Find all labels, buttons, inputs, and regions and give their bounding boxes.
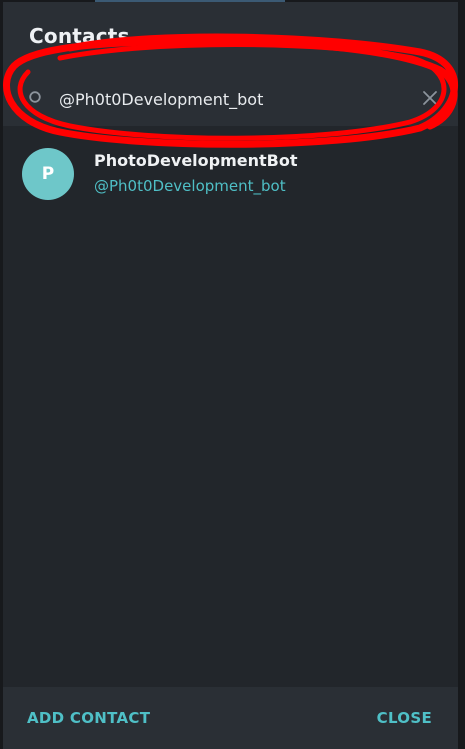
search-icon [29,91,41,103]
dialog-title: Contacts [29,24,130,48]
close-icon[interactable] [422,90,438,106]
close-button[interactable]: CLOSE [377,709,432,727]
search-input[interactable] [55,86,413,112]
contact-name: PhotoDevelopmentBot [94,151,298,170]
list-item[interactable]: P PhotoDevelopmentBot @Ph0t0Development_… [3,138,458,210]
contact-username: @Ph0t0Development_bot [94,177,286,195]
search-row [3,82,458,118]
dialog-footer: ADD CONTACT CLOSE [3,687,458,749]
avatar: P [22,148,74,200]
contacts-dialog: Contacts P PhotoDevelopmentBot @Ph0t0Dev… [3,2,458,749]
dialog-header: Contacts [3,2,458,126]
add-contact-button[interactable]: ADD CONTACT [27,709,150,727]
